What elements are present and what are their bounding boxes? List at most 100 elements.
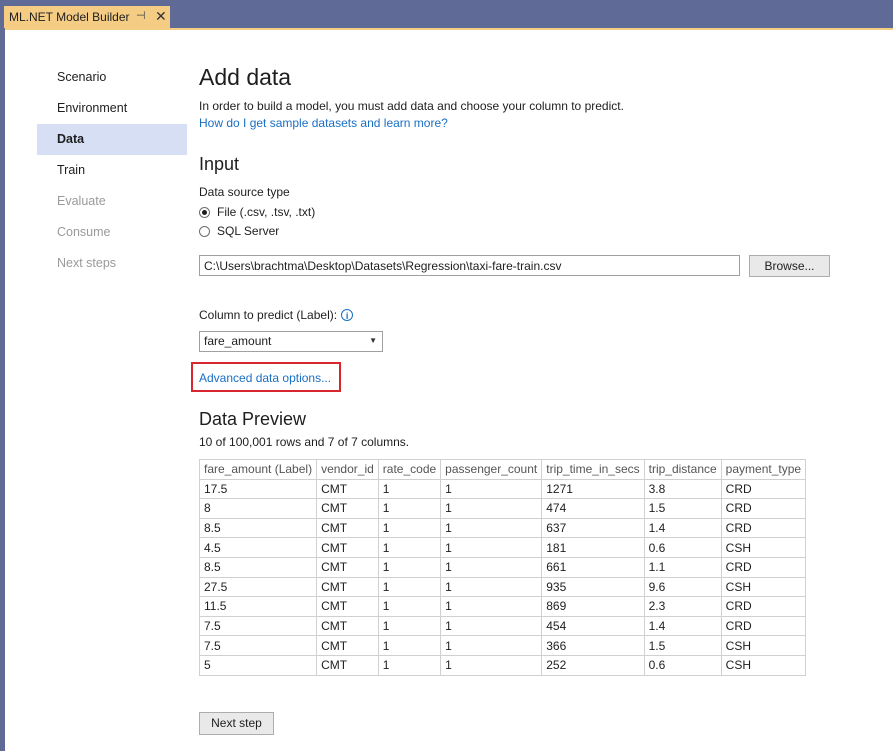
table-cell: 1 — [377, 537, 442, 558]
radio-sql[interactable] — [199, 225, 210, 237]
table-cell: CMT — [316, 517, 379, 539]
table-row: 27.5 CMT 1 1 935 9.6 CSH — [198, 576, 807, 598]
table-cell: 1.5 — [643, 498, 722, 519]
table-cell: 2.3 — [643, 596, 722, 617]
table-cell: 1 — [440, 556, 543, 578]
column-header: passenger_count — [440, 459, 543, 480]
table-cell: 181 — [541, 537, 645, 558]
sidebar-item-train[interactable]: Train — [37, 155, 187, 186]
table-cell: 935 — [541, 576, 645, 598]
chevron-down-icon: ▼ — [369, 336, 377, 345]
advanced-data-options-link[interactable]: Advanced data options... — [199, 371, 331, 385]
table-cell: 8.5 — [198, 556, 318, 578]
table-cell: 1 — [440, 596, 543, 617]
sample-datasets-link[interactable]: How do I get sample datasets and learn m… — [199, 116, 448, 130]
table-row: 8.5 CMT 1 1 661 1.1 CRD — [198, 556, 807, 578]
table-cell: CMT — [316, 654, 379, 676]
table-row: 17.5 CMT 1 1 1271 3.8 CRD — [198, 478, 807, 500]
table-cell: 1.1 — [643, 556, 722, 578]
column-header: payment_type — [720, 459, 807, 480]
table-cell: 0.6 — [643, 654, 722, 676]
tab-underline — [0, 28, 893, 30]
table-cell: 1.4 — [643, 517, 722, 539]
table-cell: 1 — [440, 537, 543, 558]
table-header-row: fare_amount (Label) vendor_id rate_code … — [198, 459, 807, 480]
table-cell: CMT — [316, 478, 379, 500]
source-file-option[interactable]: File (.csv, .tsv, .txt) — [199, 205, 315, 219]
table-cell: 1 — [377, 654, 442, 676]
source-sql-option[interactable]: SQL Server — [199, 224, 279, 238]
table-cell: CRD — [720, 556, 807, 578]
table-row: 7.5 CMT 1 1 454 1.4 CRD — [198, 615, 807, 637]
table-cell: 637 — [541, 517, 645, 539]
table-row: 11.5 CMT 1 1 869 2.3 CRD — [198, 596, 807, 617]
document-tab[interactable]: ML.NET Model Builder ⊣ ✕ — [4, 6, 170, 28]
sidebar-item-evaluate: Evaluate — [57, 194, 106, 208]
table-cell: 366 — [541, 635, 645, 656]
table-row: 5 CMT 1 1 252 0.6 CSH — [198, 654, 807, 676]
pin-icon[interactable]: ⊣ — [136, 9, 146, 22]
sidebar-item-next-steps: Next steps — [57, 256, 117, 270]
table-cell: 1 — [377, 478, 442, 500]
table-cell: CSH — [720, 537, 807, 558]
table-cell: 3.8 — [643, 478, 722, 500]
table-cell: 869 — [541, 596, 645, 617]
table-cell: 9.6 — [643, 576, 722, 598]
source-file-label: File (.csv, .tsv, .txt) — [217, 205, 316, 219]
table-cell: 1.4 — [643, 615, 722, 637]
tab-title: ML.NET Model Builder — [9, 10, 130, 24]
table-row: 4.5 CMT 1 1 181 0.6 CSH — [198, 537, 807, 558]
radio-file[interactable] — [199, 206, 210, 218]
dropdown-value: fare_amount — [204, 334, 272, 348]
data-preview-table: fare_amount (Label) vendor_id rate_code … — [198, 459, 807, 676]
column-header: rate_code — [377, 459, 442, 480]
column-header: fare_amount (Label) — [198, 459, 318, 480]
table-row: 8.5 CMT 1 1 637 1.4 CRD — [198, 517, 807, 539]
info-icon[interactable]: i — [341, 309, 354, 321]
file-path-input[interactable] — [199, 255, 740, 276]
close-icon[interactable]: ✕ — [155, 8, 167, 25]
table-cell: 7.5 — [198, 615, 318, 637]
table-cell: CRD — [720, 478, 807, 500]
table-cell: 1 — [377, 596, 442, 617]
table-cell: 1271 — [541, 478, 645, 500]
table-cell: CRD — [720, 498, 807, 519]
table-row: 8 CMT 1 1 474 1.5 CRD — [198, 498, 807, 519]
sidebar-item-environment[interactable]: Environment — [37, 93, 187, 124]
sidebar-item-data[interactable]: Data — [37, 124, 187, 155]
table-cell: 0.6 — [643, 537, 722, 558]
window-edge — [0, 28, 5, 751]
sidebar-item-scenario[interactable]: Scenario — [37, 62, 187, 93]
table-cell: CMT — [316, 596, 379, 617]
column-label-text: Column to predict (Label): — [199, 308, 338, 322]
table-cell: 454 — [541, 615, 645, 637]
table-cell: 1 — [377, 556, 442, 578]
table-cell: 252 — [541, 654, 645, 676]
page-title: Add data — [199, 64, 292, 90]
table-cell: 1 — [440, 517, 543, 539]
column-header: vendor_id — [316, 459, 379, 480]
table-cell: CSH — [720, 654, 807, 676]
table-cell: 1 — [440, 576, 543, 598]
table-cell: 1 — [440, 635, 543, 656]
table-cell: CRD — [720, 615, 807, 637]
column-to-predict-dropdown[interactable]: fare_amount ▼ — [199, 331, 383, 352]
table-cell: 7.5 — [198, 635, 318, 656]
table-cell: CMT — [316, 498, 379, 519]
table-cell: 17.5 — [198, 478, 318, 500]
table-cell: CSH — [720, 576, 807, 598]
column-to-predict-label: Column to predict (Label): i — [199, 308, 354, 322]
data-preview-heading: Data Preview — [199, 409, 307, 429]
next-step-button[interactable]: Next step — [199, 712, 274, 735]
page-description: In order to build a model, you must add … — [199, 99, 624, 113]
table-cell: 1 — [440, 498, 543, 519]
browse-button[interactable]: Browse... — [749, 255, 830, 277]
column-header: trip_distance — [643, 459, 722, 480]
data-source-label: Data source type — [199, 185, 290, 199]
sidebar: Scenario Environment Data Train Evaluate… — [37, 62, 187, 279]
sidebar-item-consume: Consume — [57, 225, 111, 239]
table-cell: 1 — [377, 635, 442, 656]
table-cell: 661 — [541, 556, 645, 578]
table-cell: CRD — [720, 596, 807, 617]
table-cell: 1 — [377, 498, 442, 519]
